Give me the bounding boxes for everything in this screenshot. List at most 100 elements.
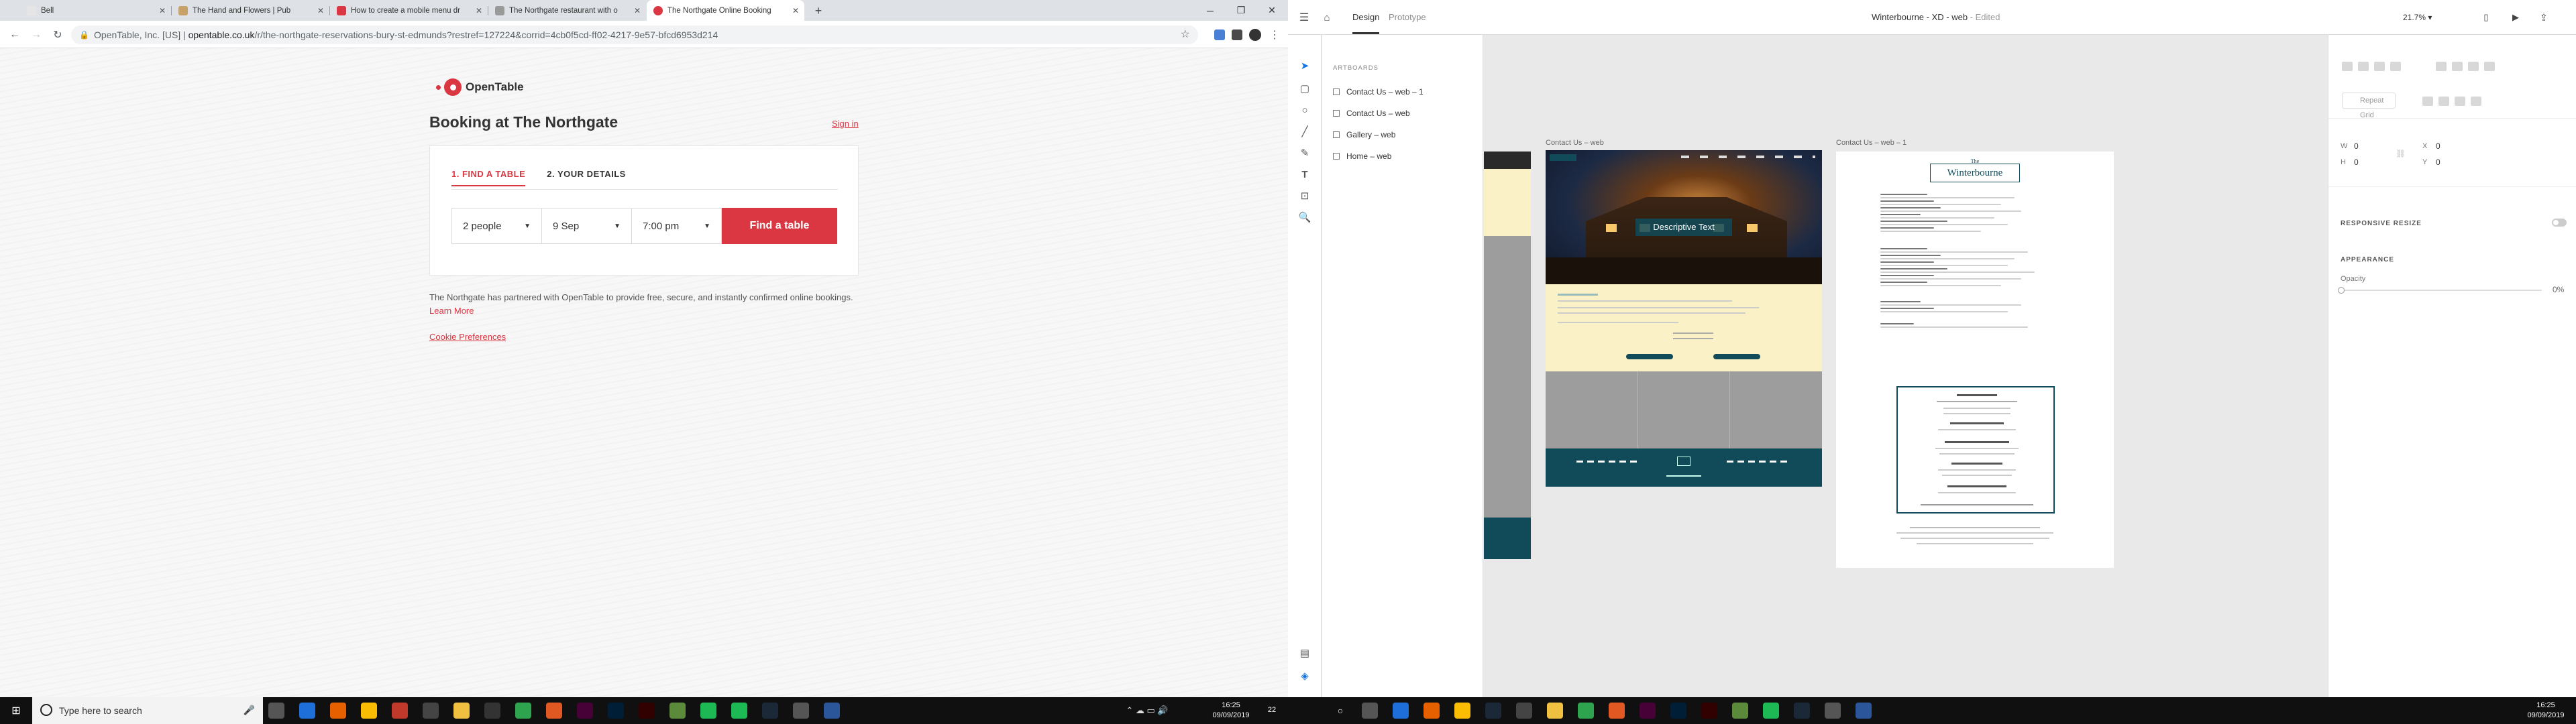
extension-icon[interactable] [1232, 29, 1242, 40]
browser-menu-icon[interactable]: ⋮ [1268, 27, 1281, 43]
edge-icon[interactable] [299, 703, 315, 719]
app-icon[interactable] [484, 703, 500, 719]
tab-design[interactable]: Design [1352, 0, 1380, 34]
artboard-partial[interactable] [1484, 152, 1531, 559]
search-icon[interactable]: ○ [1328, 697, 1352, 724]
x-input[interactable]: 0 [2436, 141, 2440, 151]
app-icon[interactable] [669, 703, 686, 719]
taskbar-clock[interactable]: 16:25 09/09/2019 [1208, 697, 1254, 724]
app-icon[interactable] [546, 703, 562, 719]
tab-close-icon[interactable]: ✕ [316, 6, 325, 15]
illustrator-icon[interactable] [1701, 703, 1717, 719]
url-input[interactable]: 🔒 OpenTable, Inc. [US] | opentable.co.uk… [71, 25, 1198, 44]
home-icon[interactable]: ⌂ [1320, 11, 1334, 24]
close-window-icon[interactable]: ✕ [1256, 0, 1287, 21]
sign-in-link[interactable]: Sign in [832, 119, 859, 129]
new-tab-icon[interactable]: + [810, 3, 826, 19]
layer-item[interactable]: Contact Us – web [1333, 109, 1410, 118]
task-view-icon[interactable] [1362, 703, 1378, 719]
step-find-table[interactable]: 1. FIND A TABLE [451, 169, 526, 186]
app-icon[interactable] [1578, 703, 1594, 719]
opacity-value[interactable]: 0% [2553, 285, 2564, 294]
time-select[interactable]: 7:00 pm ▼ [632, 208, 722, 243]
assets-icon[interactable]: ▤ [1297, 645, 1313, 661]
ellipse-tool-icon[interactable]: ○ [1297, 102, 1313, 118]
tab-close-icon[interactable]: ✕ [633, 6, 642, 15]
date-select[interactable]: 9 Sep ▼ [542, 208, 632, 243]
app-icon[interactable] [1732, 703, 1748, 719]
notification-badge[interactable]: 22 [1260, 697, 1284, 724]
find-table-button[interactable]: Find a table [722, 208, 837, 244]
select-tool-icon[interactable]: ➤ [1297, 58, 1313, 74]
layer-item[interactable]: Gallery – web [1333, 130, 1395, 139]
cookie-preferences-link[interactable]: Cookie Preferences [429, 332, 506, 342]
device-preview-icon[interactable]: ▯ [2479, 11, 2493, 24]
app-icon[interactable] [1609, 703, 1625, 719]
learn-more-link[interactable]: Learn More [429, 306, 474, 316]
browser-tab-active[interactable]: The Northgate Online Booking ✕ [647, 0, 804, 21]
extension-icon[interactable] [1214, 29, 1225, 40]
rectangle-tool-icon[interactable]: ▢ [1297, 80, 1313, 97]
boolean-icon[interactable] [2471, 97, 2481, 106]
lock-icon[interactable]: 🔒 [79, 25, 89, 44]
layers-icon[interactable]: ◈ [1297, 668, 1313, 684]
step-your-details[interactable]: 2. YOUR DETAILS [547, 169, 626, 186]
taskbar-clock[interactable]: 16:25 09/09/2019 [2522, 697, 2569, 724]
opacity-slider[interactable] [2338, 287, 2542, 294]
artboard-menu[interactable]: The Winterbourne [1836, 152, 2114, 568]
profile-avatar[interactable] [1249, 29, 1261, 41]
bookmark-star-icon[interactable]: ☆ [1181, 25, 1190, 44]
firefox-icon[interactable] [1424, 703, 1440, 719]
app-icon[interactable] [423, 703, 439, 719]
layer-item[interactable]: Home – web [1333, 152, 1391, 161]
app-icon[interactable] [1516, 703, 1532, 719]
height-input[interactable]: 0 [2354, 158, 2359, 167]
xd-icon[interactable] [577, 703, 593, 719]
app-icon[interactable] [793, 703, 809, 719]
taskbar-search[interactable]: Type here to search 🎤 [32, 697, 263, 724]
system-tray-icons[interactable]: ⌃ ☁ ▭ 🔊 [1100, 697, 1194, 724]
browser-tab[interactable]: Bell ✕ [20, 0, 171, 21]
layer-item[interactable]: Contact Us – web – 1 [1333, 87, 1424, 97]
app-icon[interactable] [1825, 703, 1841, 719]
browser-tab[interactable]: The Hand and Flowers | Pub ✕ [172, 0, 329, 21]
text-tool-icon[interactable]: T [1297, 166, 1313, 182]
width-input[interactable]: 0 [2354, 141, 2359, 151]
spotify-icon[interactable] [1763, 703, 1779, 719]
word-icon[interactable] [824, 703, 840, 719]
steam-icon[interactable] [1485, 703, 1501, 719]
photoshop-icon[interactable] [608, 703, 624, 719]
xd-icon[interactable] [1640, 703, 1656, 719]
opacity-slider-handle[interactable] [2338, 287, 2345, 294]
browser-tab[interactable]: The Northgate restaurant with o ✕ [488, 0, 646, 21]
windows-start-icon[interactable]: ⊞ [0, 697, 32, 724]
tab-close-icon[interactable]: ✕ [474, 6, 484, 15]
artboard-label[interactable]: Contact Us – web – 1 [1836, 139, 1907, 147]
maximize-icon[interactable]: ❐ [1226, 0, 1256, 21]
boolean-icon[interactable] [2455, 97, 2465, 106]
design-canvas[interactable]: Contact Us – web Descriptive Text Contac… [1484, 35, 2328, 697]
share-icon[interactable]: ⇪ [2537, 11, 2551, 24]
align-center-icon[interactable] [2358, 62, 2369, 71]
forward-icon[interactable]: → [28, 27, 44, 43]
file-explorer-icon[interactable] [1547, 703, 1563, 719]
spotify-icon[interactable] [700, 703, 716, 719]
chrome-icon[interactable] [361, 703, 377, 719]
align-top-icon[interactable] [2436, 62, 2447, 71]
boolean-icon[interactable] [2422, 97, 2433, 106]
y-input[interactable]: 0 [2436, 158, 2440, 167]
tab-close-icon[interactable]: ✕ [791, 6, 800, 15]
artboard-label[interactable]: Contact Us – web [1546, 139, 1604, 147]
distribute-vertical-icon[interactable] [2484, 62, 2495, 71]
firefox-icon[interactable] [330, 703, 346, 719]
steam-icon[interactable] [762, 703, 778, 719]
minimize-icon[interactable]: ─ [1195, 0, 1226, 21]
repeat-grid-button[interactable]: Repeat Grid [2342, 93, 2396, 119]
align-left-icon[interactable] [2342, 62, 2353, 71]
align-right-icon[interactable] [2374, 62, 2385, 71]
zoom-level[interactable]: 21.7% ▾ [2403, 0, 2432, 35]
spotify-icon[interactable] [731, 703, 747, 719]
back-icon[interactable]: ← [7, 27, 23, 43]
tab-prototype[interactable]: Prototype [1389, 0, 1426, 35]
lock-aspect-icon[interactable]: ⛓ [2396, 149, 2406, 158]
